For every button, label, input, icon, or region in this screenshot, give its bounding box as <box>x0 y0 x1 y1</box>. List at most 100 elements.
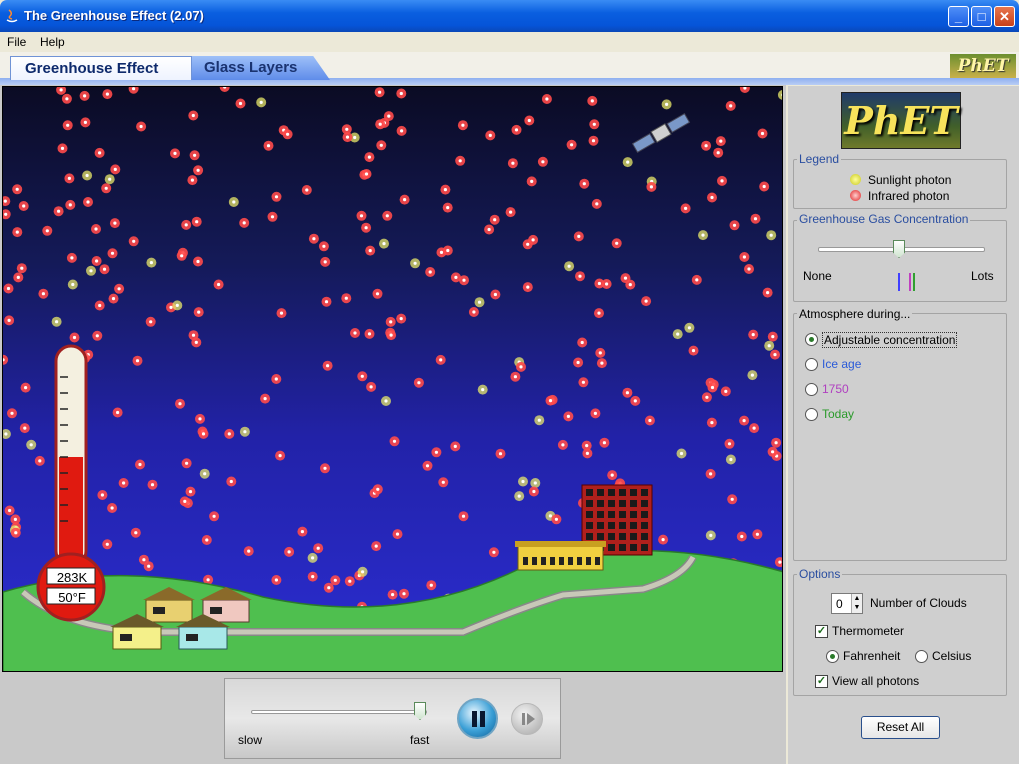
photon-core <box>194 340 198 344</box>
photon-core <box>183 499 187 503</box>
photon-core <box>278 454 282 458</box>
tab-greenhouse-effect[interactable]: Greenhouse Effect <box>10 56 192 80</box>
photon-core <box>345 135 350 139</box>
photon-core <box>116 410 120 415</box>
step-button[interactable] <box>511 703 543 735</box>
school-window <box>586 557 591 565</box>
photon-core <box>695 278 699 282</box>
photon-core <box>326 364 330 368</box>
photon-core <box>149 320 153 324</box>
photon-core <box>333 578 337 582</box>
photon-core <box>98 151 102 155</box>
photon-core <box>29 443 33 447</box>
photon-core <box>169 305 173 309</box>
photon-core <box>526 285 530 289</box>
photon-core <box>649 185 654 189</box>
photon-core <box>676 332 680 336</box>
atmosphere-option-adjustable[interactable]: Adjustable concentration <box>822 332 958 348</box>
fahrenheit-label[interactable]: Fahrenheit <box>843 649 900 663</box>
photon-core <box>83 94 87 98</box>
school-window <box>532 557 537 565</box>
photon-core <box>710 195 714 200</box>
photon-core <box>149 261 153 265</box>
thermometer-label[interactable]: Thermometer <box>832 624 904 638</box>
photon-core <box>727 442 732 446</box>
close-button[interactable]: ✕ <box>994 6 1015 27</box>
photon-core <box>312 237 316 241</box>
photon-core <box>766 291 770 295</box>
photon-core <box>593 411 598 415</box>
radio-today[interactable] <box>805 408 818 421</box>
school-building <box>515 541 606 571</box>
building-window <box>630 489 637 496</box>
photon-core <box>633 399 637 403</box>
radio-fahrenheit[interactable] <box>826 650 839 663</box>
building-window <box>608 522 615 529</box>
tab-label: Greenhouse Effect <box>25 60 159 77</box>
thermometer-checkbox[interactable]: ✓ <box>815 625 828 638</box>
photon-core <box>391 593 395 597</box>
photon-core <box>384 399 388 403</box>
photon-core <box>132 87 136 91</box>
photon-core <box>105 542 109 546</box>
clouds-spinner[interactable]: 0 ▲ ▼ <box>831 593 863 614</box>
photon-core <box>729 104 733 108</box>
photon-core <box>732 223 737 227</box>
reset-all-button[interactable]: Reset All <box>861 716 940 739</box>
photon-core <box>83 120 87 124</box>
photon-core <box>493 292 497 297</box>
photon-core <box>142 558 146 562</box>
atmosphere-option-1750[interactable]: 1750 <box>822 382 849 396</box>
photon-core <box>687 326 692 330</box>
menu-bar: File Help <box>0 32 1019 52</box>
photon-core <box>8 508 12 513</box>
photon-core <box>134 531 138 535</box>
tab-glass-layers[interactable]: Glass Layers <box>190 56 330 80</box>
fast-label: fast <box>410 733 430 747</box>
photon-core <box>773 353 777 357</box>
phet-logo-small[interactable]: PhET <box>950 54 1016 78</box>
view-photons-checkbox[interactable]: ✓ <box>815 675 828 688</box>
radio-1750[interactable] <box>805 383 818 396</box>
spinner-arrows-icon[interactable]: ▲ ▼ <box>851 594 862 613</box>
building-window <box>619 544 626 551</box>
view-photons-label[interactable]: View all photons <box>832 674 919 688</box>
photon-core <box>513 375 517 379</box>
photon-core <box>139 124 143 129</box>
menu-file[interactable]: File <box>7 35 26 49</box>
celsius-label[interactable]: Celsius <box>932 649 971 663</box>
sunlight-photon-icon <box>850 174 861 185</box>
atmosphere-option-today[interactable]: Today <box>822 407 854 421</box>
atmosphere-option-ice-age[interactable]: Ice age <box>822 357 861 371</box>
photon-core <box>446 206 450 210</box>
photon-core <box>487 227 491 232</box>
photon-core <box>24 386 28 390</box>
gas-marker-1750 <box>909 273 911 291</box>
school-window <box>577 557 582 565</box>
thermometer-kelvin: 283K <box>56 570 88 585</box>
photon-core <box>379 143 383 147</box>
photon-core <box>762 184 766 189</box>
simulation-canvas[interactable]: 283K 50°F <box>2 86 783 672</box>
radio-celsius[interactable] <box>915 650 928 663</box>
photon-core <box>625 391 630 395</box>
radio-ice-age[interactable] <box>805 358 818 371</box>
photon-core <box>580 340 584 345</box>
photon-core <box>705 395 709 399</box>
photon-core <box>439 250 444 254</box>
photon-core <box>458 159 462 163</box>
phet-logo[interactable]: PhET <box>841 92 961 149</box>
speed-slider-track[interactable] <box>251 710 427 714</box>
maximize-button[interactable]: □ <box>971 6 992 27</box>
photon-core <box>461 514 466 518</box>
photon-core <box>578 274 582 278</box>
atmosphere-group <box>793 313 1007 561</box>
photon-core <box>229 479 233 484</box>
minimize-button[interactable]: _ <box>948 6 969 27</box>
pause-button[interactable] <box>457 698 498 739</box>
photon-core <box>514 128 519 132</box>
photon-core <box>59 88 63 92</box>
radio-adjustable[interactable] <box>805 333 818 346</box>
photon-core <box>368 249 372 253</box>
menu-help[interactable]: Help <box>40 35 65 49</box>
